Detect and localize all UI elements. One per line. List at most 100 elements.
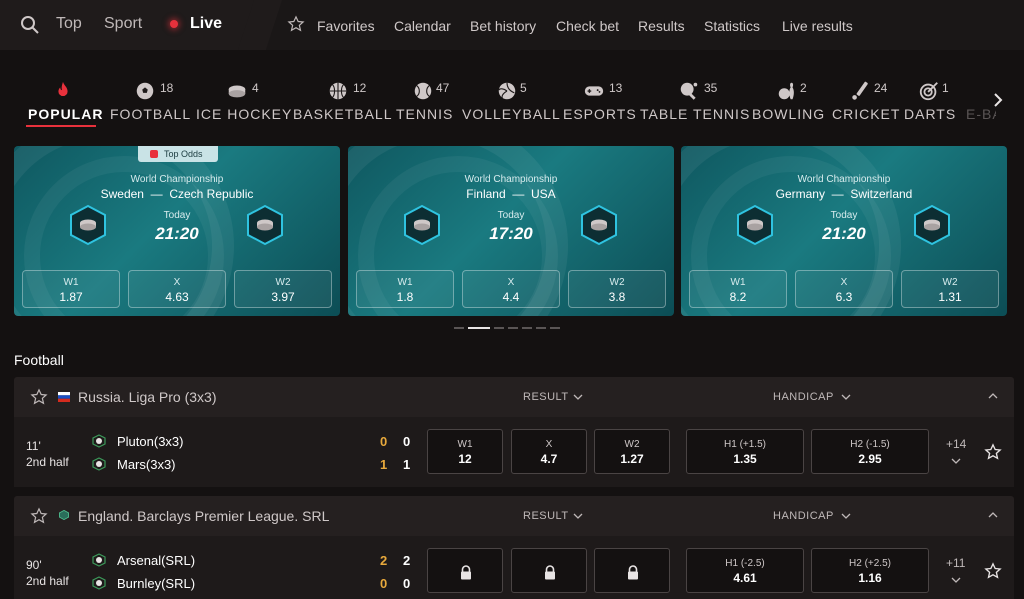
sport-tab-table-tennis[interactable]: 35 TABLE TENNIS <box>640 76 749 126</box>
sport-tab-esports[interactable]: 13 ESPORTS <box>563 76 636 126</box>
bowling-icon <box>778 82 794 100</box>
handicap-column-label[interactable]: HANDICAP <box>773 391 834 403</box>
sport-tab-volleyball[interactable]: 5 VOLLEYBALL <box>462 76 560 126</box>
star-icon[interactable] <box>287 15 305 33</box>
nav-live[interactable]: Live <box>190 14 222 34</box>
featured-match-card[interactable]: World Championship Sweden — Czech Republ… <box>14 146 340 316</box>
odd-button-h1[interactable]: H1 (-2.5) 4.61 <box>686 548 804 593</box>
away-team[interactable]: Burnley(SRL) <box>117 576 195 591</box>
home-score-period: 0 <box>380 434 388 449</box>
home-team[interactable]: Pluton(3x3) <box>117 434 183 449</box>
locked-odd-button <box>594 548 670 593</box>
chevron-up-icon[interactable] <box>988 511 998 519</box>
odd-button[interactable]: W1 1.8 <box>356 270 454 308</box>
sport-count: 5 <box>520 81 527 95</box>
match-period: 2nd half <box>26 455 69 469</box>
chevron-down-icon[interactable] <box>841 393 851 401</box>
sport-label: BOWLING <box>752 106 826 122</box>
card-league: World Championship <box>130 174 224 185</box>
card-teams: Germany — Switzerland <box>775 187 913 201</box>
gamepad-icon <box>584 86 604 96</box>
sport-label: TABLE TENNIS <box>640 106 751 122</box>
nav-results[interactable]: Results <box>638 16 685 36</box>
sport-label: ESPORTS <box>563 106 637 122</box>
odd-button-w1[interactable]: W1 12 <box>427 429 503 474</box>
odd-button-x[interactable]: X 4.7 <box>511 429 587 474</box>
nav-live-results[interactable]: Live results <box>782 16 853 36</box>
sport-tab-darts[interactable]: 1 DARTS <box>904 76 957 126</box>
nav-top[interactable]: Top <box>56 14 82 34</box>
sport-count: 2 <box>800 81 807 95</box>
team-logo-icon <box>92 457 106 471</box>
odd-button-h1[interactable]: H1 (+1.5) 1.35 <box>686 429 804 474</box>
cricket-icon <box>852 81 868 100</box>
odd-button[interactable]: W1 1.87 <box>22 270 120 308</box>
match-row[interactable]: 11' 2nd half Pluton(3x3) Mars(3x3) 0 0 1… <box>14 417 1014 487</box>
odd-button[interactable]: W2 3.97 <box>234 270 332 308</box>
basketball-icon <box>329 82 347 100</box>
featured-match-card[interactable]: World Championship Germany — Switzerland… <box>681 146 1007 316</box>
odd-button[interactable]: X 4.63 <box>128 270 226 308</box>
odd-button-w2[interactable]: W2 1.27 <box>594 429 670 474</box>
favorite-star-icon[interactable] <box>984 562 1002 580</box>
search-icon[interactable] <box>20 15 40 35</box>
carousel-dot[interactable] <box>494 327 504 329</box>
nav-bet-history[interactable]: Bet history <box>470 16 536 36</box>
league-header[interactable]: England. Barclays Premier League. SRL RE… <box>14 496 1014 536</box>
odd-button[interactable]: W2 3.8 <box>568 270 666 308</box>
carousel-dot[interactable] <box>522 327 532 329</box>
section-title: Football <box>14 352 64 368</box>
favorite-star-icon[interactable] <box>30 507 48 525</box>
carousel-dot[interactable] <box>454 327 464 329</box>
nav-calendar[interactable]: Calendar <box>394 16 451 36</box>
odd-button-h2[interactable]: H2 (+2.5) 1.16 <box>811 548 929 593</box>
chevron-down-icon[interactable] <box>951 576 961 584</box>
sport-tab-basketball[interactable]: 12 BASKETBALL <box>293 76 392 126</box>
carousel-dot-active[interactable] <box>468 327 490 329</box>
chevron-right-icon[interactable] <box>992 92 1004 108</box>
chevron-down-icon[interactable] <box>573 512 583 520</box>
carousel-dot[interactable] <box>536 327 546 329</box>
sport-tab-cricket[interactable]: 24 CRICKET <box>832 76 899 126</box>
match-row[interactable]: 90' 2nd half Arsenal(SRL) Burnley(SRL) 2… <box>14 536 1014 599</box>
sport-tab-popular[interactable]: POPULAR <box>28 76 102 126</box>
more-markets-count[interactable]: +14 <box>946 437 966 451</box>
sport-tab-bowling[interactable]: 2 BOWLING <box>752 76 826 126</box>
sport-tab-tennis[interactable]: 47 TENNIS <box>396 76 452 126</box>
sport-label: DARTS <box>904 106 957 122</box>
chevron-down-icon[interactable] <box>573 393 583 401</box>
sport-tab-football[interactable]: 18 FOOTBALL <box>110 76 190 126</box>
home-score-total: 0 <box>403 434 411 449</box>
nav-check-bet[interactable]: Check bet <box>556 16 619 36</box>
result-column-label[interactable]: RESULT <box>523 391 569 403</box>
handicap-column-label[interactable]: HANDICAP <box>773 510 834 522</box>
carousel-dot[interactable] <box>550 327 560 329</box>
featured-match-card[interactable]: World Championship Finland — USA Today 1… <box>348 146 674 316</box>
away-team[interactable]: Mars(3x3) <box>117 457 176 472</box>
more-markets-count[interactable]: +11 <box>946 556 965 570</box>
odd-button[interactable]: W2 1.31 <box>901 270 999 308</box>
card-league: World Championship <box>464 174 558 185</box>
favorite-star-icon[interactable] <box>30 388 48 406</box>
odd-button[interactable]: X 4.4 <box>462 270 560 308</box>
football-icon <box>136 82 154 100</box>
nav-sport[interactable]: Sport <box>104 14 142 34</box>
sport-tab-ice-hockey[interactable]: 4 ICE HOCKEY <box>196 76 291 126</box>
result-column-label[interactable]: RESULT <box>523 510 569 522</box>
nav-favorites[interactable]: Favorites <box>317 16 375 36</box>
league-header[interactable]: Russia. Liga Pro (3x3) RESULT HANDICAP <box>14 377 1014 417</box>
odd-button-h2[interactable]: H2 (-1.5) 2.95 <box>811 429 929 474</box>
favorite-star-icon[interactable] <box>984 443 1002 461</box>
carousel-dot[interactable] <box>508 327 518 329</box>
chevron-down-icon[interactable] <box>841 512 851 520</box>
nav-statistics[interactable]: Statistics <box>704 16 760 36</box>
home-team[interactable]: Arsenal(SRL) <box>117 553 195 568</box>
live-indicator-icon <box>170 20 178 28</box>
odd-button[interactable]: W1 8.2 <box>689 270 787 308</box>
chevron-down-icon[interactable] <box>951 457 961 465</box>
league-name: Russia. Liga Pro (3x3) <box>78 389 217 405</box>
chevron-up-icon[interactable] <box>988 392 998 400</box>
odd-button[interactable]: X 6.3 <box>795 270 893 308</box>
lock-icon <box>628 565 638 580</box>
team-logo-icon <box>92 553 106 567</box>
